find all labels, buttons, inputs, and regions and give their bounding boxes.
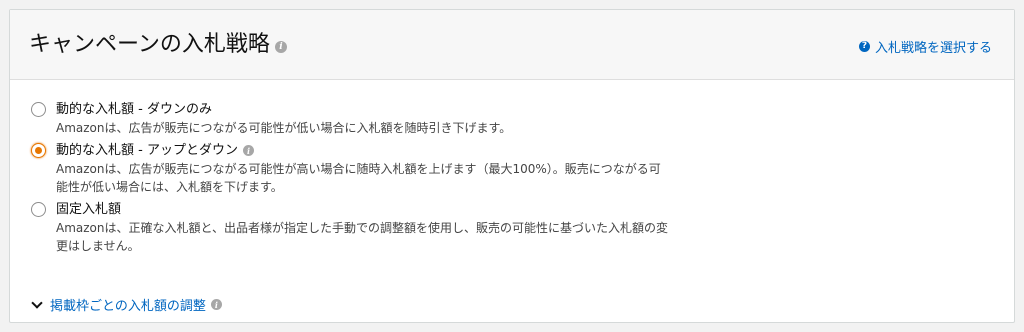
info-icon[interactable]: i xyxy=(210,299,222,310)
option-dynamic-up-and-down[interactable]: 動的な入札額 - アップとダウン i Amazonは、広告が販売につながる可能性… xyxy=(31,141,671,196)
help-icon: ? xyxy=(858,41,870,52)
choose-bid-strategy-link[interactable]: ? 入札戦略を選択する xyxy=(858,37,992,56)
radio-dynamic-down-only[interactable] xyxy=(31,102,46,117)
radio-fixed-bid[interactable] xyxy=(31,202,46,217)
option-fixed-bid[interactable]: 固定入札額 Amazonは、正確な入札額と、出品者様が指定した手動での調整額を使… xyxy=(31,200,671,255)
option-description: Amazonは、広告が販売につながる可能性が低い場合に入札額を随時引き下げます。 xyxy=(56,121,512,135)
option-label-text: 固定入札額 xyxy=(56,202,122,217)
bid-strategy-panel: キャンペーンの入札戦略 i ? 入札戦略を選択する 動的な入札額 - ダウンのみ… xyxy=(9,9,1015,323)
option-description: Amazonは、正確な入札額と、出品者様が指定した手動での調整額を使用し、販売の… xyxy=(56,221,669,253)
info-icon[interactable]: i xyxy=(274,41,287,53)
panel-title-text: キャンペーンの入札戦略 xyxy=(29,32,270,57)
option-label-text: 動的な入札額 - ダウンのみ xyxy=(56,102,212,117)
panel-title: キャンペーンの入札戦略 i xyxy=(29,31,287,59)
bid-strategy-options: 動的な入札額 - ダウンのみ Amazonは、広告が販売につながる可能性が低い場… xyxy=(31,100,671,259)
placement-adjust-label: 掲載枠ごとの入札額の調整 xyxy=(50,299,206,314)
option-description: Amazonは、広告が販売につながる可能性が高い場合に随時入札額を上げます（最大… xyxy=(56,162,661,194)
help-link-label: 入札戦略を選択する xyxy=(874,41,992,56)
option-dynamic-down-only[interactable]: 動的な入札額 - ダウンのみ Amazonは、広告が販売につながる可能性が低い場… xyxy=(31,100,671,137)
radio-dynamic-up-and-down[interactable] xyxy=(31,143,46,158)
option-label: 動的な入札額 - ダウンのみ xyxy=(56,100,671,119)
info-icon[interactable]: i xyxy=(242,145,254,156)
option-label: 動的な入札額 - アップとダウン i xyxy=(56,141,671,160)
chevron-down-icon xyxy=(31,296,43,309)
option-label: 固定入札額 xyxy=(56,200,671,219)
panel-header: キャンペーンの入札戦略 i ? 入札戦略を選択する xyxy=(10,10,1014,80)
option-label-text: 動的な入札額 - アップとダウン xyxy=(56,143,238,158)
placement-adjust-toggle[interactable]: 掲載枠ごとの入札額の調整 i xyxy=(31,295,222,314)
